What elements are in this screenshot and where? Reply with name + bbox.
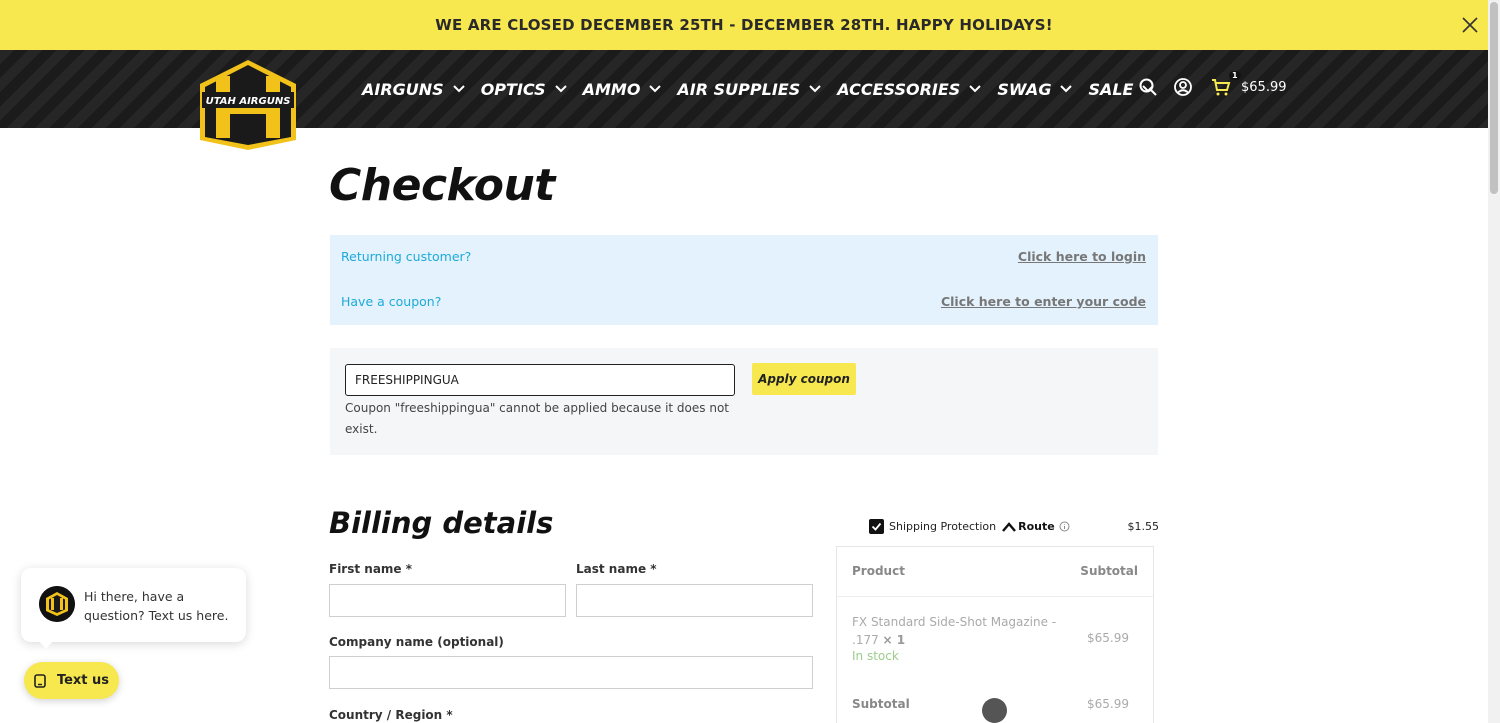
coupon-notice-row: Have a coupon? Click here to enter your … (341, 294, 1146, 309)
nav-item-ammo[interactable]: AMMO (583, 80, 663, 99)
shipping-protection-checkbox[interactable] (869, 519, 884, 534)
first-name-label: First name * (329, 562, 413, 576)
order-item-name: FX Standard Side-Shot Magazine - .177 × … (852, 613, 1062, 649)
nav-label: OPTICS (480, 79, 546, 99)
main-nav: AIRGUNS OPTICS AMMO AIR SUPPLIES ACCESSO… (362, 76, 1170, 102)
logo[interactable]: UTAH AIRGUNS (196, 58, 300, 152)
text-us-button[interactable]: Text us (24, 662, 119, 699)
apply-coupon-button[interactable]: Apply coupon (752, 363, 856, 395)
route-logo-icon (1002, 521, 1017, 532)
returning-customer-row: Returning customer? Click here to login (341, 249, 1146, 264)
subtotal-column-header: Subtotal (1080, 564, 1138, 578)
nav-item-air-supplies[interactable]: AIR SUPPLIES (677, 80, 822, 99)
coupon-input[interactable] (345, 364, 735, 396)
nav-item-airguns[interactable]: AIRGUNS (362, 80, 466, 99)
nav-item-accessories[interactable]: ACCESSORIES (837, 80, 982, 99)
page: WE ARE CLOSED DECEMBER 25TH - DECEMBER 2… (0, 0, 1500, 723)
coupon-question-text: Have a coupon? (341, 294, 442, 309)
subtotal-price: $65.99 (1087, 697, 1129, 711)
coupon-form: Apply coupon Coupon "freeshippingua" can… (330, 348, 1158, 455)
last-name-label: Last name * (576, 562, 657, 576)
search-icon[interactable] (1138, 77, 1158, 97)
cart-button[interactable]: 1 $65.99 (1211, 71, 1287, 97)
chevron-down-icon (969, 85, 982, 93)
enter-coupon-link[interactable]: Click here to enter your code (941, 294, 1146, 309)
check-icon (871, 522, 882, 531)
nav-label: ACCESSORIES (837, 79, 961, 99)
phone-icon (34, 673, 46, 688)
nav-label: AIRGUNS (362, 79, 444, 99)
login-link[interactable]: Click here to login (1018, 249, 1146, 264)
cart-count-badge: 1 (1229, 71, 1241, 80)
order-summary-header: Product Subtotal (837, 547, 1153, 597)
cart-icon (1212, 79, 1231, 96)
header-actions: 1 $65.99 (1138, 71, 1287, 97)
country-label: Country / Region * (329, 708, 453, 722)
nav-label: AIR SUPPLIES (677, 79, 801, 99)
info-icon[interactable] (1059, 521, 1070, 532)
chevron-down-icon (649, 85, 662, 93)
route-label: Route (1018, 520, 1055, 533)
chevron-down-icon (1060, 85, 1073, 93)
close-icon[interactable] (1460, 15, 1480, 35)
order-item-stock: In stock (852, 649, 899, 663)
chat-message: Hi there, have a question? Text us here. (84, 589, 229, 623)
checkout-notices: Returning customer? Click here to login … (330, 235, 1158, 325)
company-name-field[interactable] (329, 656, 813, 689)
logo-text: UTAH AIRGUNS (206, 96, 291, 107)
returning-customer-text: Returning customer? (341, 249, 472, 264)
product-column-header: Product (852, 564, 905, 578)
coupon-error-message: Coupon "freeshippingua" cannot be applie… (345, 401, 729, 436)
text-us-label: Text us (56, 673, 110, 688)
shipping-protection-label: Shipping Protection (889, 520, 997, 533)
first-name-field[interactable] (329, 584, 566, 617)
chevron-down-icon (554, 85, 567, 93)
account-icon[interactable] (1173, 77, 1193, 97)
order-item-quantity: × 1 (882, 633, 906, 647)
nav-label: AMMO (582, 79, 641, 99)
nav-item-swag[interactable]: SWAG (997, 80, 1073, 99)
order-item-price: $65.99 (1087, 631, 1129, 645)
subtotal-label: Subtotal (852, 697, 910, 711)
page-title: Checkout (329, 160, 555, 211)
cart-total: $65.99 (1241, 79, 1287, 95)
order-summary: Product Subtotal FX Standard Side-Shot M… (836, 546, 1154, 723)
company-name-label: Company name (optional) (329, 635, 504, 649)
announcement-bar: WE ARE CLOSED DECEMBER 25TH - DECEMBER 2… (0, 0, 1488, 50)
shipping-protection-price: $1.55 (1127, 520, 1160, 533)
chat-avatar (39, 586, 75, 622)
chevron-down-icon (809, 85, 821, 93)
announcement-text: WE ARE CLOSED DECEMBER 25TH - DECEMBER 2… (435, 16, 1053, 34)
billing-title: Billing details (329, 506, 554, 540)
nav-label: SWAG (997, 79, 1052, 99)
chat-bubble-tail (38, 640, 54, 649)
chat-greeting-bubble[interactable]: Hi there, have a question? Text us here. (21, 568, 246, 642)
loading-spinner (982, 698, 1007, 723)
shipping-protection-row: Shipping Protection Route $1.55 (869, 519, 1159, 534)
scrollbar-thumb[interactable] (1490, 2, 1498, 194)
nav-item-optics[interactable]: OPTICS (481, 80, 568, 99)
last-name-field[interactable] (576, 584, 813, 617)
chevron-down-icon (452, 85, 465, 93)
nav-label: SALE (1088, 79, 1134, 99)
